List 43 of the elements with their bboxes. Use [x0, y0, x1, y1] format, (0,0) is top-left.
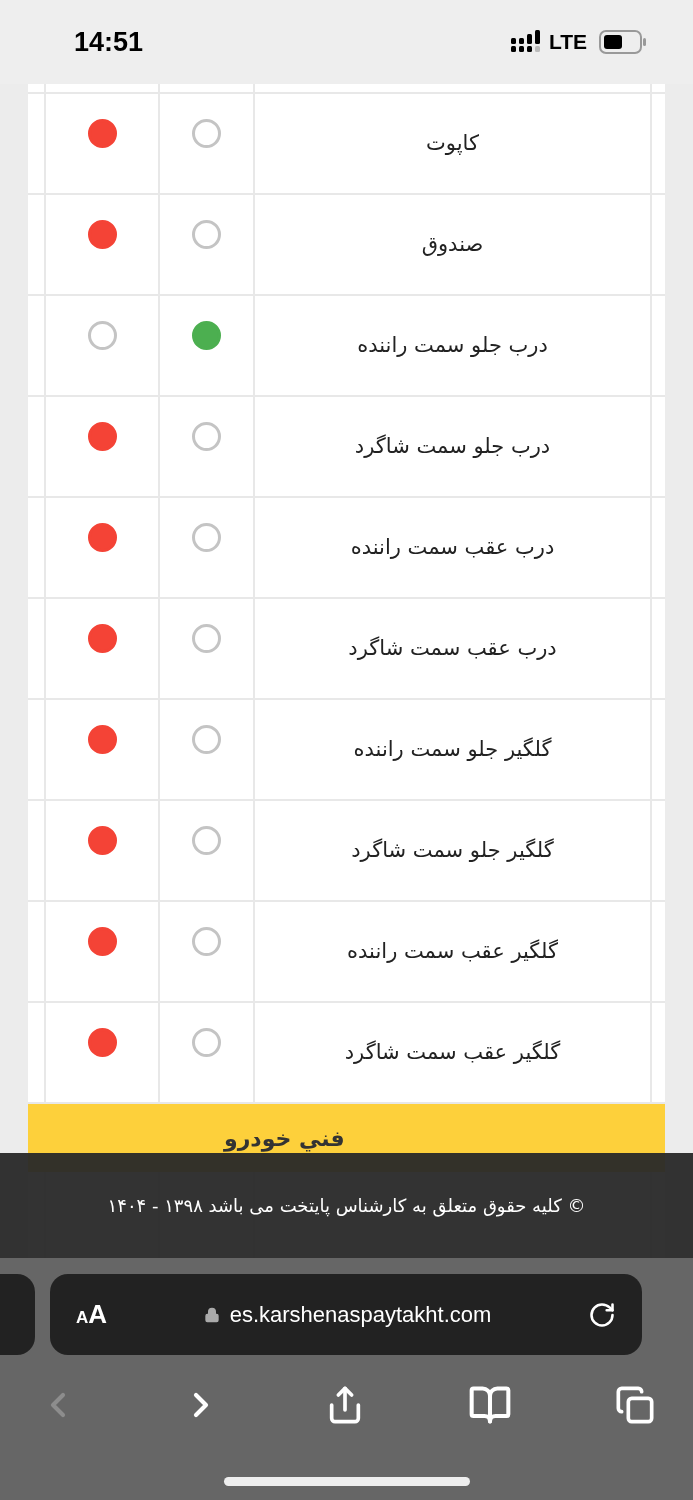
tabs-icon[interactable] [615, 1385, 655, 1425]
part-label: درب جلو سمت شاگرد [354, 432, 551, 460]
radio-button[interactable] [87, 725, 117, 754]
part-label: گلگیر جلو سمت شاگرد [351, 836, 554, 864]
radio-button[interactable] [87, 119, 117, 148]
part-label: گلگیر جلو سمت راننده [353, 735, 552, 763]
radio-button[interactable] [192, 927, 221, 956]
part-label: گلگیر عقب سمت شاگرد [344, 1038, 561, 1066]
part-label: گلگیر عقب سمت راننده [347, 937, 558, 965]
part-label: کاپوت [426, 129, 479, 157]
radio-button[interactable] [192, 220, 221, 249]
copyright-text: © کلیه حقوق متعلق به کارشناس پایتخت می باشد ۱۳۹۸ - ۱۴۰۴ [107, 1194, 586, 1219]
radio-button[interactable] [87, 220, 117, 249]
radio-button[interactable] [87, 927, 117, 956]
reload-icon[interactable] [588, 1300, 616, 1329]
radio-button[interactable] [87, 624, 117, 653]
part-label: درب جلو سمت راننده [357, 331, 548, 359]
radio-button[interactable] [87, 1028, 117, 1057]
address-bar[interactable]: AA es.karshenaspaytakht.com [50, 1274, 642, 1355]
radio-button[interactable] [192, 1028, 221, 1057]
radio-button[interactable] [87, 321, 117, 350]
radio-button[interactable] [192, 624, 221, 653]
radio-button[interactable] [192, 321, 221, 350]
radio-button[interactable] [87, 826, 117, 855]
status-time: 14:51 [74, 25, 144, 59]
previous-tab[interactable] [0, 1274, 35, 1355]
signal-icon [510, 30, 543, 54]
part-label: درب عقب سمت شاگرد [348, 634, 557, 662]
part-label: صندوق [421, 230, 484, 258]
part-label: درب عقب سمت راننده [350, 533, 555, 561]
lock-icon [203, 1306, 220, 1323]
network-type: LTE [548, 29, 587, 56]
radio-button[interactable] [192, 826, 221, 855]
radio-button[interactable] [87, 523, 117, 552]
url-text: es.karshenaspaytakht.com [229, 1301, 492, 1329]
radio-button[interactable] [192, 422, 221, 451]
radio-button[interactable] [192, 523, 221, 552]
section-title: فني خودرو [224, 1124, 345, 1154]
radio-button[interactable] [192, 119, 221, 148]
text-size-button[interactable]: AA [76, 1295, 108, 1334]
battery-icon [599, 30, 647, 54]
radio-button[interactable] [192, 725, 221, 754]
radio-button[interactable] [87, 422, 117, 451]
